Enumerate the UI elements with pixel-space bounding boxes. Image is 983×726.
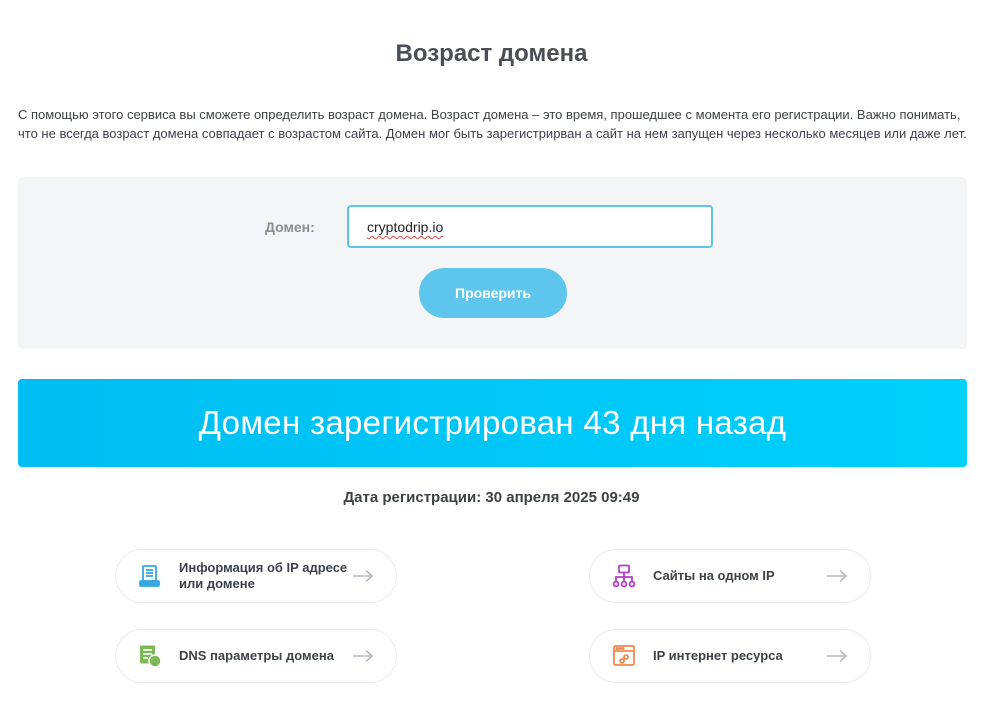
dns-server-icon bbox=[138, 644, 162, 668]
domain-label: Домен: bbox=[265, 219, 315, 235]
link-label: DNS параметры домена bbox=[179, 648, 334, 663]
result-banner: Домен зарегистрирован 43 дня назад bbox=[18, 379, 967, 467]
domain-check-form: Домен: cryptodrip.io Проверить bbox=[18, 177, 967, 349]
link-card-dns-params[interactable]: DNS параметры домена bbox=[115, 629, 397, 683]
server-info-icon bbox=[138, 564, 162, 588]
intro-text: С помощью этого сервиса вы сможете опред… bbox=[18, 107, 967, 141]
link-label: IP интернет ресурса bbox=[653, 648, 783, 663]
check-button[interactable]: Проверить bbox=[419, 268, 567, 318]
link-label: Информация об IP адресе или домене bbox=[179, 560, 348, 591]
arrow-right-icon bbox=[826, 569, 848, 583]
arrow-right-icon bbox=[352, 569, 374, 583]
link-card-ip-resource[interactable]: IP интернет ресурса bbox=[589, 629, 871, 683]
link-card-same-ip-sites[interactable]: Сайты на одном IP bbox=[589, 549, 871, 603]
link-card-ip-info[interactable]: Информация об IP адресе или домене bbox=[115, 549, 397, 603]
result-text: Домен зарегистрирован 43 дня назад bbox=[198, 404, 787, 441]
domain-input[interactable] bbox=[347, 205, 713, 248]
arrow-right-icon bbox=[352, 649, 374, 663]
arrow-right-icon bbox=[826, 649, 848, 663]
browser-link-icon bbox=[612, 644, 636, 668]
page-title: Возраст домена bbox=[395, 40, 588, 67]
registration-date: Дата регистрации: 30 апреля 2025 09:49 bbox=[343, 489, 640, 506]
sitemap-icon bbox=[612, 564, 636, 588]
link-label: Сайты на одном IP bbox=[653, 568, 775, 583]
